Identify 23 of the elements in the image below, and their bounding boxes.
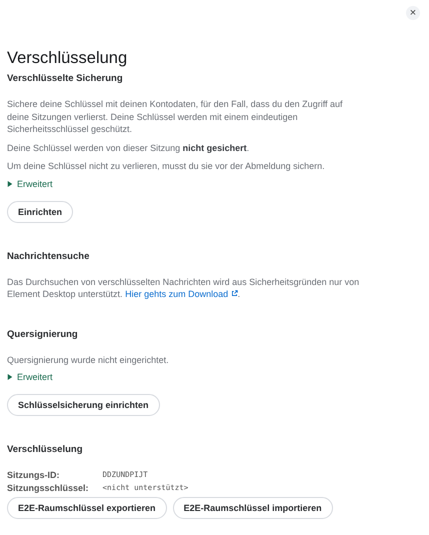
page-title: Verschlüsselung [7, 48, 128, 69]
close-button[interactable]: × [406, 6, 420, 20]
description-text: Sichere deine Schlüssel mit deinen Kontodaten, für den Fall, dass du den Zugriff auf deine Sitzungen verlierst. Deine Schlüssel werden mit einem eindeutigen Sicherheitsschlüssel geschützt. [7, 98, 344, 136]
advanced-toggle[interactable]: Erweitert [7, 372, 53, 382]
section-heading: Verschlüsselte Sicherung [7, 72, 124, 86]
description-text: Um deine Schlüssel nicht zu verlieren, musst du sie vor der Abmeldung sichern. [7, 160, 326, 172]
action-button[interactable]: E2E-Raumschlüssel importieren [172, 497, 333, 519]
section-heading: Quersignierung [7, 328, 79, 342]
info-label: Sitzungs-ID: [7, 469, 60, 481]
external-link-icon [230, 290, 238, 297]
action-button[interactable]: Einrichten [7, 200, 74, 222]
section-heading: Verschlüsselung [7, 443, 84, 457]
triangle-icon [7, 374, 13, 380]
description-text: Das Durchsuchen von verschlüsselten Nachrichten wird aus Sicherheitsgründen nur von Element Desktop unterstützt. Hier gehts zum Download . [7, 276, 360, 300]
advanced-toggle[interactable]: Erweitert [7, 178, 53, 188]
info-label: Sitzungsschlüssel: [7, 482, 89, 494]
download-link[interactable]: Hier gehts zum Download [125, 289, 238, 299]
description-text: Quersignierung wurde nicht eingerichtet. [7, 354, 170, 366]
action-button[interactable]: E2E-Raumschlüssel exportieren [7, 497, 167, 519]
section-heading: Nachrichtensuche [7, 250, 90, 264]
triangle-icon [7, 180, 13, 186]
description-text: Deine Schlüssel werden von dieser Sitzung nicht gesichert. [7, 142, 250, 154]
action-button[interactable]: Schlüsselsicherung einrichten [7, 394, 160, 416]
